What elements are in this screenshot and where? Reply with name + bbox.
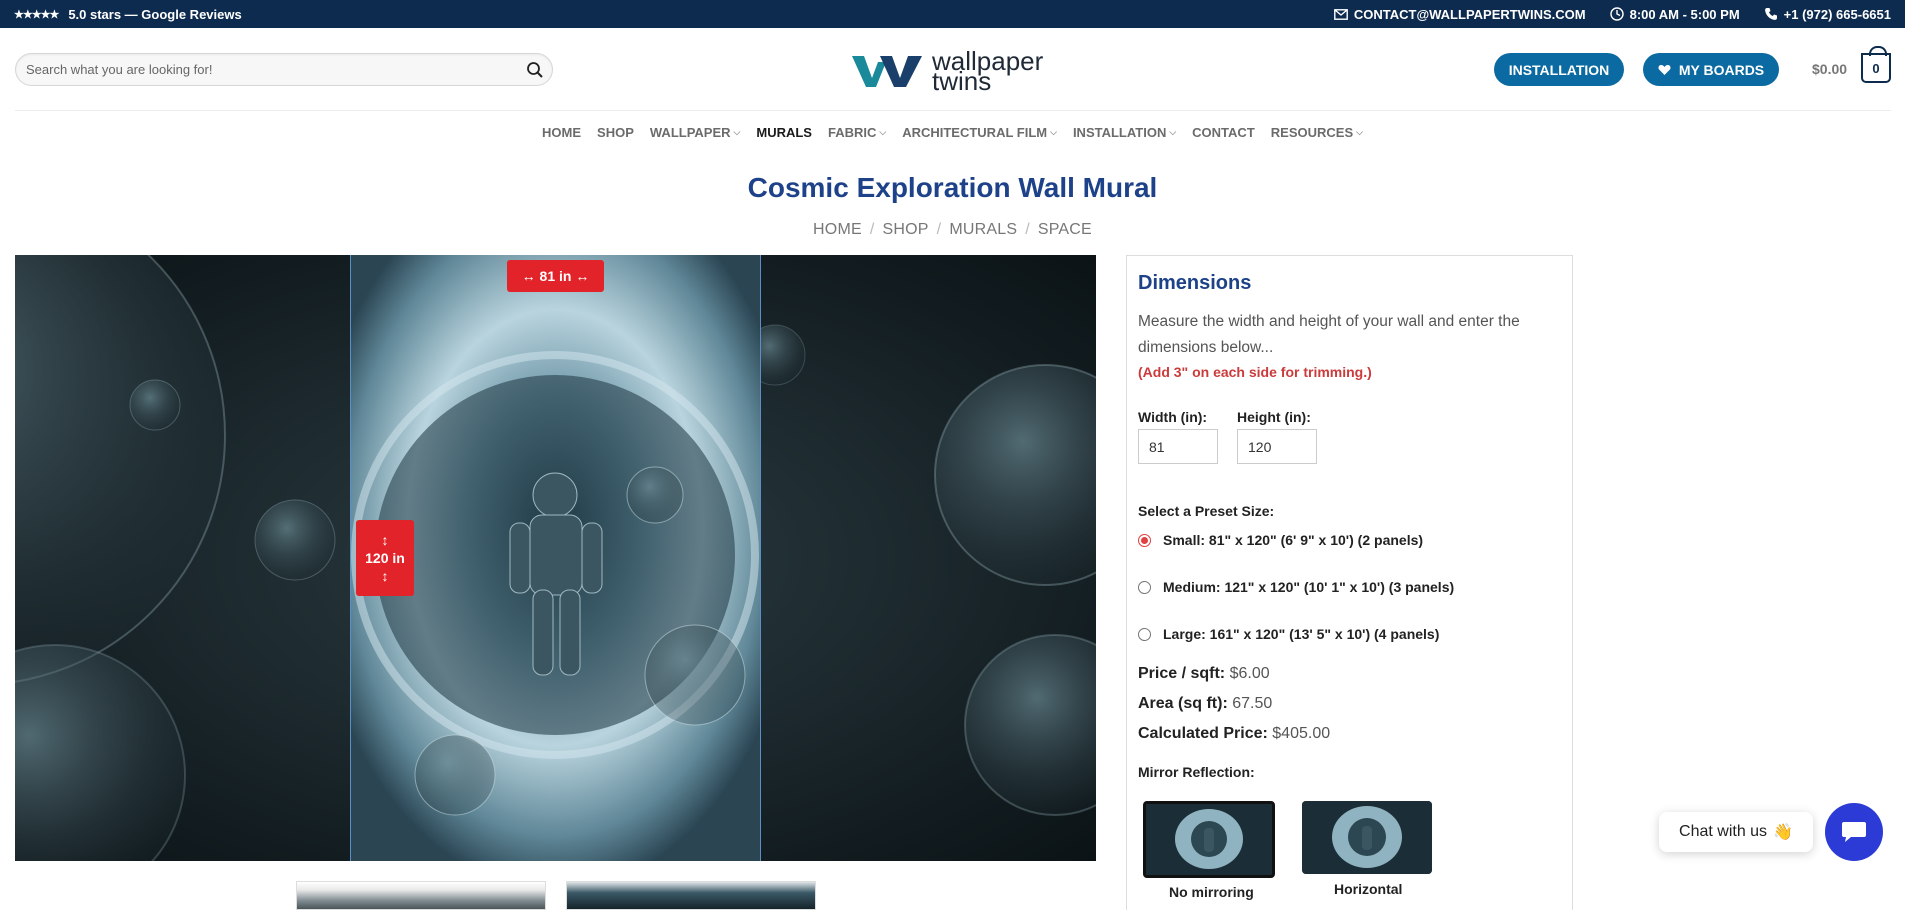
mirror-option-horizontal[interactable] bbox=[1302, 801, 1432, 874]
preset-radio[interactable] bbox=[1138, 580, 1151, 594]
preset-size-label: Select a Preset Size: bbox=[1138, 503, 1275, 519]
waving-hand-icon: 👋 bbox=[1773, 824, 1793, 841]
thumbnail-room-view[interactable] bbox=[296, 881, 546, 910]
business-hours: 8:00 AM - 5:00 PM bbox=[1609, 7, 1740, 22]
chevron-down-icon: ⌵ bbox=[1169, 126, 1177, 137]
chevron-down-icon: ⌵ bbox=[733, 126, 741, 137]
search-bar bbox=[15, 53, 553, 86]
phone-link[interactable]: +1 (972) 665-6651 bbox=[1764, 7, 1891, 22]
breadcrumb-separator: / bbox=[936, 221, 942, 238]
breadcrumb-link[interactable]: HOME bbox=[813, 221, 862, 238]
trimming-note: (Add 3" on each side for trimming.) bbox=[1138, 364, 1372, 380]
chevron-down-icon: ⌵ bbox=[879, 126, 887, 137]
contact-email-link[interactable]: CONTACT@WALLPAPERTWINS.COM bbox=[1333, 7, 1586, 22]
dimensions-heading: Dimensions bbox=[1138, 272, 1252, 294]
calculated-price: Calculated Price: $405.00 bbox=[1138, 725, 1331, 742]
preset-option[interactable]: Medium: 121" x 120" (10' 1" x 10') (3 pa… bbox=[1138, 579, 1454, 595]
search-input[interactable] bbox=[26, 54, 506, 85]
height-dimension-badge: ↕ 120 in ↕ bbox=[356, 520, 414, 596]
width-label: Width (in): bbox=[1138, 409, 1208, 425]
search-icon[interactable] bbox=[526, 61, 544, 79]
chevron-down-icon: ⌵ bbox=[1356, 126, 1363, 137]
dimensions-panel: Dimensions Measure the width and height … bbox=[1126, 255, 1573, 910]
breadcrumb-separator: / bbox=[869, 221, 875, 238]
nav-item-architectural-film[interactable]: ARCHITECTURAL FILM ⌵ bbox=[902, 122, 1057, 142]
preset-option[interactable]: Small: 81" x 120" (6' 9" x 10') (2 panel… bbox=[1138, 532, 1423, 548]
nav-item-installation[interactable]: INSTALLATION ⌵ bbox=[1073, 122, 1176, 142]
nav-item-contact[interactable]: CONTACT bbox=[1192, 122, 1255, 142]
breadcrumb: HOME / SHOP / MURALS / SPACE bbox=[0, 221, 1905, 239]
chat-launcher-button[interactable] bbox=[1825, 803, 1883, 861]
cart-count: 0 bbox=[1872, 60, 1880, 76]
logo-text-twins: twins bbox=[932, 66, 992, 96]
dimensions-description: Measure the width and height of your wal… bbox=[1138, 313, 1520, 356]
width-dimension-badge: ↔ 81 in ↔ bbox=[507, 260, 604, 292]
area-sqft: Area (sq ft): 67.50 bbox=[1138, 695, 1273, 712]
price-per-sqft: Price / sqft: $6.00 bbox=[1138, 665, 1270, 682]
vertical-arrow-icon: ↕ bbox=[381, 568, 389, 584]
cart-total[interactable]: $0.00 bbox=[1812, 61, 1847, 77]
vertical-arrow-icon: ↕ bbox=[381, 532, 389, 548]
my-boards-button[interactable]: MY BOARDS bbox=[1643, 53, 1779, 86]
mirror-option-none-label: No mirroring bbox=[1169, 884, 1254, 900]
breadcrumb-link[interactable]: SHOP bbox=[883, 221, 929, 238]
rating-text[interactable]: 5.0 stars — Google Reviews bbox=[68, 7, 241, 22]
site-logo[interactable]: wallpaper twins bbox=[852, 48, 1062, 96]
chat-icon bbox=[1842, 822, 1866, 842]
breadcrumb-separator: / bbox=[1025, 221, 1030, 238]
mural-artwork-image bbox=[15, 255, 1096, 861]
mural-preview[interactable]: ↔ 81 in ↔ ↕ 120 in ↕ bbox=[15, 255, 1096, 861]
breadcrumb-link[interactable]: MURALS bbox=[949, 221, 1017, 238]
installation-button[interactable]: INSTALLATION bbox=[1494, 53, 1624, 86]
nav-item-fabric[interactable]: FABRIC ⌵ bbox=[828, 122, 886, 142]
nav-item-resources[interactable]: RESOURCES ⌵ bbox=[1271, 122, 1363, 142]
thumbnail-detail-view[interactable] bbox=[566, 881, 816, 910]
mirror-option-none[interactable] bbox=[1143, 801, 1275, 878]
chat-prompt-bubble[interactable]: Chat with us 👋 bbox=[1659, 812, 1813, 852]
preset-option[interactable]: Large: 161" x 120" (13' 5" x 10') (4 pan… bbox=[1138, 626, 1439, 642]
main-navigation: HOME SHOP WALLPAPER ⌵ MURALS FABRIC ⌵ ARCHITECT… bbox=[0, 122, 1905, 142]
height-label: Height (in): bbox=[1237, 409, 1311, 425]
top-bar: ★★★★★ 5.0 stars — Google Reviews CONTACT… bbox=[0, 0, 1905, 28]
phone-icon bbox=[1764, 8, 1777, 20]
mirror-preview-image bbox=[1302, 801, 1432, 874]
width-input[interactable] bbox=[1138, 429, 1218, 464]
nav-item-wallpaper[interactable]: WALLPAPER ⌵ bbox=[650, 122, 740, 142]
preset-radio[interactable] bbox=[1138, 533, 1151, 547]
page-title: Cosmic Exploration Wall Mural bbox=[747, 172, 1158, 203]
chevron-down-icon: ⌵ bbox=[1050, 126, 1057, 137]
mirror-reflection-label: Mirror Reflection: bbox=[1138, 764, 1255, 780]
mirror-option-horizontal-label: Horizontal bbox=[1334, 881, 1403, 897]
wallpapertwins-logo-icon bbox=[852, 56, 922, 87]
breadcrumb-link[interactable]: SPACE bbox=[1038, 221, 1092, 238]
height-input[interactable] bbox=[1237, 429, 1317, 464]
nav-item-murals[interactable]: MURALS bbox=[756, 122, 812, 142]
rating-stars-icon: ★★★★★ bbox=[14, 8, 59, 21]
nav-item-home[interactable]: HOME bbox=[542, 122, 581, 142]
heart-icon bbox=[1658, 64, 1671, 75]
nav-item-shop[interactable]: SHOP bbox=[597, 122, 634, 142]
clock-icon bbox=[1609, 7, 1624, 21]
header-divider bbox=[15, 110, 1891, 111]
mirror-preview-image bbox=[1146, 804, 1272, 875]
envelope-icon bbox=[1333, 8, 1348, 20]
preset-radio[interactable] bbox=[1138, 627, 1151, 641]
cart-icon[interactable]: 0 bbox=[1861, 46, 1891, 83]
